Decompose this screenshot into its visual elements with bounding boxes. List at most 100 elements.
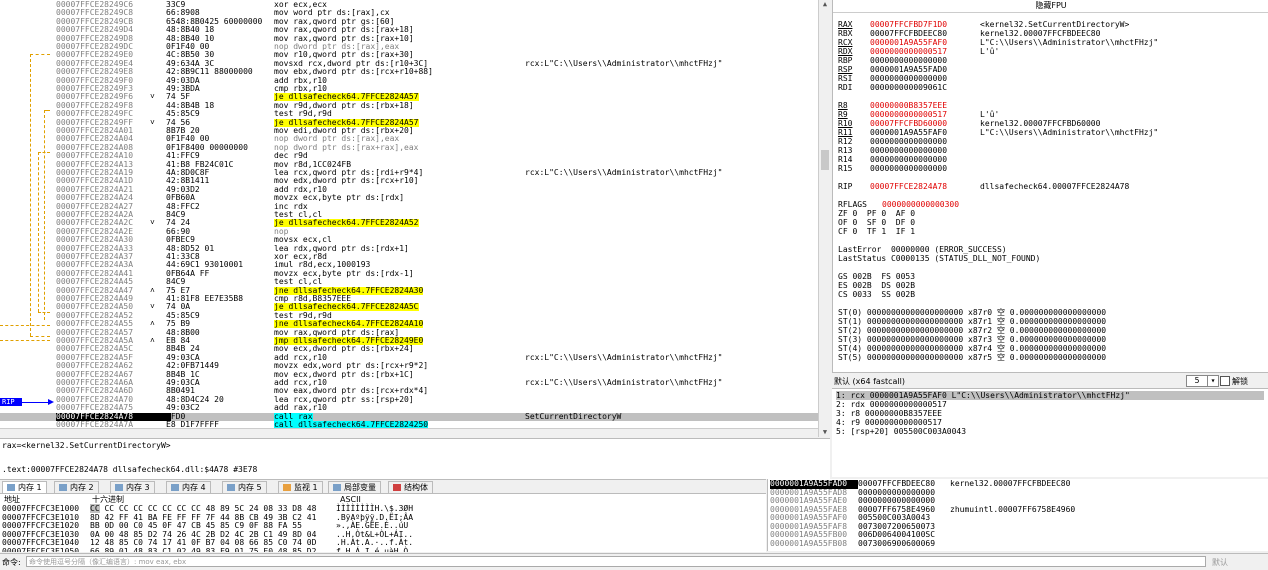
register-row[interactable]: RDI 000000000009061C bbox=[838, 83, 980, 92]
stack-view[interactable]: 0000001A9A55FAD0 00007FFCFBDEEC80 kernel32… bbox=[767, 479, 1268, 551]
argument-row[interactable]: 4: r9 0000000000000517 bbox=[836, 418, 942, 427]
disasm-row[interactable]: 00007FFCE2824A3A 44:69C1 93010001 imul r8d… bbox=[0, 261, 818, 269]
registers-panel[interactable]: 隐藏FPU RAX 00007FFCFBD7F1D0 <kernel32.SetCu… bbox=[832, 0, 1268, 372]
rflags-value[interactable]: 0000000000000300 bbox=[882, 200, 959, 209]
disasm-row[interactable]: 00007FFCE2824A45 84C9 test cl,cl bbox=[0, 278, 818, 286]
disasm-row[interactable]: 00007FFCE28249E8 42:8B9C11 88000000 mov eb… bbox=[0, 68, 818, 76]
scroll-up-icon[interactable]: ▲ bbox=[821, 0, 829, 8]
register-row[interactable]: RBX 00007FFCFBDEEC80 kernel32.00007FFCFBDE… bbox=[838, 29, 1100, 38]
register-row[interactable]: RAX 00007FFCFBD7F1D0 <kernel32.SetCurrentD… bbox=[838, 20, 1129, 29]
command-input[interactable]: 命令使用逗号分隔（像汇编语言）: mov eax, ebx bbox=[26, 556, 1206, 567]
disasm-row[interactable]: 00007FFCE2824A62 42:0FB71449 movzx edx,wor… bbox=[0, 362, 818, 370]
register-value[interactable]: 0000000000000517 bbox=[870, 47, 980, 56]
disassembly-vertical-scrollbar[interactable]: ▲ ▼ bbox=[818, 0, 831, 437]
disasm-row[interactable]: 00007FFCE28249C6 33C9 xor ecx,ecx bbox=[0, 1, 818, 9]
register-value[interactable]: 0000001A9A55FAF0 bbox=[870, 128, 980, 137]
disasm-row[interactable]: 00007FFCE28249FC 45:85C9 test r9d,r9d bbox=[0, 110, 818, 118]
rflags-row[interactable]: RFLAGS 0000000000000300 bbox=[838, 200, 959, 209]
disasm-row[interactable]: 00007FFCE2824A5F 49:03CA add rcx,r10 rcx:L"… bbox=[0, 354, 818, 362]
memory-dump-view[interactable]: 地址 十六进制 ASCII 00007FFCFC3E1000 CC CC CC C… bbox=[0, 493, 766, 552]
register-row[interactable]: RSP 0000001A9A55FAD0 bbox=[838, 65, 980, 74]
register-row[interactable]: R9 0000000000000517 L'ȗ' bbox=[838, 110, 999, 119]
disasm-row[interactable]: 00007FFCE2824A75 49:03C2 add rax,r10 bbox=[0, 404, 818, 412]
register-value[interactable]: 00007FFCFBDEEC80 bbox=[870, 29, 980, 38]
disasm-row[interactable]: 00007FFCE28249D4 48:8B40 18 mov rax,qword … bbox=[0, 26, 818, 34]
disasm-row[interactable]: 00007FFCE2824A19 4A:8D0C8F lea rcx,qword p… bbox=[0, 169, 818, 177]
disasm-row[interactable]: 00007FFCE2824A13 41:B8 FB24C01C mov r8d,1C… bbox=[0, 161, 818, 169]
scroll-down-icon[interactable]: ▼ bbox=[821, 428, 829, 436]
disasm-row[interactable]: 00007FFCE28249D8 48:8B40 10 mov rax,qword … bbox=[0, 35, 818, 43]
argument-row[interactable]: 1: rcx 0000001A9A55FAF0 L"C:\\Users\\Adm… bbox=[836, 391, 1264, 400]
disasm-row[interactable]: 00007FFCE2824A49 41:81F8 EE7E35B8 cmp r8d,… bbox=[0, 295, 818, 303]
disasm-row[interactable]: 00007FFCE2824A08 0F1F8400 00000000 nop dwo… bbox=[0, 144, 818, 152]
arg-count-select[interactable]: 5 bbox=[1186, 375, 1208, 387]
disasm-row[interactable]: 00007FFCE2824A21 49:03D2 add rdx,r10 bbox=[0, 186, 818, 194]
disasm-row[interactable]: 00007FFCE2824A27 48:FFC2 inc rdx bbox=[0, 203, 818, 211]
disasm-row[interactable]: 00007FFCE28249F8 44:8B4B 18 mov r9d,dword … bbox=[0, 102, 818, 110]
argument-row[interactable]: 5: [rsp+20] 005500C003A0043 bbox=[836, 427, 966, 436]
disasm-row[interactable]: 00007FFCE2824A04 0F1F40 00 nop dword ptr d… bbox=[0, 135, 818, 143]
register-row[interactable]: RBP 0000000000000000 bbox=[838, 56, 980, 65]
disasm-row[interactable]: 00007FFCE28249DC 0F1F40 00 nop dword ptr d… bbox=[0, 43, 818, 51]
disasm-row[interactable]: 00007FFCE2824A2A 84C9 test cl,cl bbox=[0, 211, 818, 219]
register-value[interactable]: 0000001A9A55FAF0 bbox=[870, 38, 980, 47]
disasm-row[interactable]: 00007FFCE2824A2C ˅ 74 24 je dllsafecheck64.… bbox=[0, 219, 818, 228]
disasm-row[interactable]: 00007FFCE2824A67 8B4B 1C mov ecx,dword ptr… bbox=[0, 371, 818, 379]
dump-row[interactable]: 00007FFCFC3E1050 66 89 01 48 83 C1 02 49 … bbox=[2, 547, 408, 552]
disasm-row[interactable]: 00007FFCE28249CB 6548:8B0425 60000000 mov … bbox=[0, 18, 818, 26]
argument-row[interactable]: 2: rdx 0000000000000517 bbox=[836, 400, 947, 409]
disasm-row[interactable]: 00007FFCE28249F6 ˅ 74 5F je dllsafecheck64.… bbox=[0, 93, 818, 102]
disasm-row[interactable]: 00007FFCE2824A24 0FB60A movzx ecx,byte ptr… bbox=[0, 194, 818, 202]
register-row[interactable]: RDX 0000000000000517 L'ȗ' bbox=[838, 47, 999, 56]
disasm-row[interactable]: 00007FFCE28249F0 49:03DA add rbx,r10 bbox=[0, 77, 818, 85]
register-value[interactable]: 000000000009061C bbox=[870, 83, 980, 92]
chevron-down-icon[interactable]: ▾ bbox=[1207, 375, 1219, 387]
register-row[interactable]: R11 0000001A9A55FAF0 L"C:\\Users\\Administ… bbox=[838, 128, 1158, 137]
disasm-row[interactable]: 00007FFCE2824A2E 66:90 nop bbox=[0, 228, 818, 236]
register-row-rip[interactable]: RIP 00007FFCE2824A78 dllsafecheck64.00007F… bbox=[838, 182, 1129, 191]
disassembly-horizontal-scrollbar[interactable] bbox=[0, 428, 818, 438]
scroll-thumb[interactable] bbox=[821, 150, 829, 170]
register-row[interactable]: R14 0000000000000000 bbox=[838, 155, 980, 164]
arguments-panel[interactable]: 1: rcx 0000001A9A55FAF0 L"C:\\Users\\Adm… bbox=[832, 388, 1268, 477]
disasm-row[interactable]: 00007FFCE2824A1D 42:8B1411 mov edx,dword p… bbox=[0, 177, 818, 185]
disasm-row[interactable]: 00007FFCE28249E4 49:634A 3C movsxd rcx,dwo… bbox=[0, 60, 818, 68]
register-row[interactable]: R15 0000000000000000 bbox=[838, 164, 980, 173]
disasm-row[interactable]: 00007FFCE2824A37 41:33C8 xor ecx,r8d bbox=[0, 253, 818, 261]
command-default-label[interactable]: 默认 bbox=[1212, 557, 1228, 568]
register-value[interactable]: 00007FFCFBD7F1D0 bbox=[870, 20, 980, 29]
register-value[interactable]: 0000000000000517 bbox=[870, 110, 980, 119]
disasm-row[interactable]: 00007FFCE2824A70 48:8D4C24 20 lea rcx,qwor… bbox=[0, 396, 818, 404]
register-row[interactable]: R10 00007FFCFBD60000 kernel32.00007FFCFBD6… bbox=[838, 119, 1100, 128]
disasm-row[interactable]: 00007FFCE2824A78 FFD0 call rax SetCurrentDi… bbox=[0, 412, 818, 421]
disasm-row[interactable]: 00007FFCE2824A6D 8B0491 mov eax,dword ptr … bbox=[0, 387, 818, 395]
disasm-row[interactable]: 00007FFCE2824A33 48:8D52 01 lea rdx,qword … bbox=[0, 245, 818, 253]
disasm-row[interactable]: 00007FFCE2824A6A 49:03CA add rcx,r10 rcx:L"… bbox=[0, 379, 818, 387]
disasm-row[interactable]: 00007FFCE2824A57 48:8B00 mov rax,qword ptr… bbox=[0, 329, 818, 337]
register-value[interactable]: 0000000000000000 bbox=[870, 56, 980, 65]
register-row[interactable]: R12 0000000000000000 bbox=[838, 137, 980, 146]
disasm-row[interactable]: 00007FFCE2824A10 41:FFC9 dec r9d bbox=[0, 152, 818, 160]
disasm-row[interactable]: 00007FFCE2824A30 0FBEC9 movsx ecx,cl bbox=[0, 236, 818, 244]
disasm-row[interactable]: 00007FFCE28249E0 4C:8B50 30 mov r10,qword … bbox=[0, 51, 818, 59]
disasm-row[interactable]: 00007FFCE28249FF ˅ 74 56 je dllsafecheck64.… bbox=[0, 118, 818, 127]
disasm-row[interactable]: 00007FFCE2824A52 45:85C9 test r9d,r9d bbox=[0, 312, 818, 320]
argument-row[interactable]: 3: r8 00000000B8357EEE bbox=[836, 409, 942, 418]
register-value[interactable]: 0000000000000000 bbox=[870, 146, 980, 155]
register-row[interactable]: R8 00000000B8357EEE bbox=[838, 101, 980, 110]
register-value[interactable]: 00000000B8357EEE bbox=[870, 101, 980, 110]
stack-row[interactable]: 0000001A9A55FB08 0073006900600069 bbox=[770, 539, 950, 549]
register-value[interactable]: 0000000000000000 bbox=[870, 164, 980, 173]
register-value[interactable]: 0000000000000000 bbox=[870, 155, 980, 164]
unlock-checkbox[interactable] bbox=[1220, 376, 1230, 386]
hide-fpu-button[interactable]: 隐藏FPU bbox=[833, 0, 1268, 13]
disasm-row[interactable]: 00007FFCE2824A50 ˅ 74 0A je dllsafecheck64.… bbox=[0, 303, 818, 312]
disasm-row[interactable]: 00007FFCE2824A7A E8 D1F7FFFF call dllsafec… bbox=[0, 421, 818, 428]
register-value[interactable]: 00007FFCFBD60000 bbox=[870, 119, 980, 128]
disasm-row[interactable]: 00007FFCE28249F3 49:3BDA cmp rbx,r10 bbox=[0, 85, 818, 93]
register-value[interactable]: 0000001A9A55FAD0 bbox=[870, 65, 980, 74]
register-value[interactable]: 0000000000000000 bbox=[870, 137, 980, 146]
register-row[interactable]: RCX 0000001A9A55FAF0 L"C:\\Users\\Administ… bbox=[838, 38, 1158, 47]
register-value[interactable]: 0000000000000000 bbox=[870, 74, 980, 83]
disasm-row[interactable]: 00007FFCE2824A5A ˄ EB 84 jmp dllsafecheck64… bbox=[0, 337, 818, 345]
